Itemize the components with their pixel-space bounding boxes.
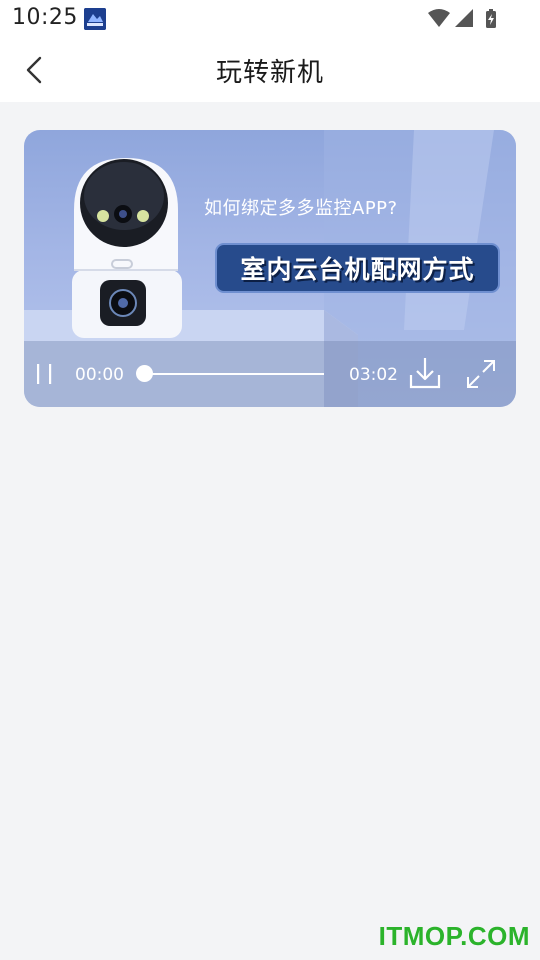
total-time: 03:02 [349, 365, 398, 385]
camera-image [72, 158, 182, 338]
wifi-icon [428, 9, 450, 27]
wallet-app-icon [84, 8, 106, 30]
fullscreen-icon [467, 360, 495, 388]
status-bar: 10:25 [0, 0, 540, 38]
progress-track [144, 373, 324, 375]
pause-icon [37, 364, 52, 384]
video-question-text: 如何绑定多多监控APP? [204, 198, 398, 219]
video-player[interactable]: 如何绑定多多监控APP? 室内云台机配网方式 00:00 03:02 [24, 130, 516, 407]
video-controls: 00:00 03:02 [24, 341, 516, 407]
fullscreen-button[interactable] [464, 357, 498, 391]
play-pause-button[interactable] [32, 359, 58, 389]
progress-thumb[interactable] [136, 365, 153, 382]
watermark: ITMOP.COM [378, 921, 530, 951]
download-icon [409, 358, 441, 389]
status-icons [428, 8, 500, 28]
download-button[interactable] [408, 355, 442, 391]
video-headline: 室内云台机配网方式 [215, 243, 500, 293]
progress-slider[interactable] [136, 363, 326, 385]
page-title: 玩转新机 [215, 58, 324, 88]
header: 玩转新机 [0, 38, 540, 102]
status-time: 10:25 [12, 5, 78, 30]
current-time: 00:00 [75, 365, 124, 385]
battery-charging-icon [486, 9, 496, 28]
signal-icon [455, 9, 473, 27]
